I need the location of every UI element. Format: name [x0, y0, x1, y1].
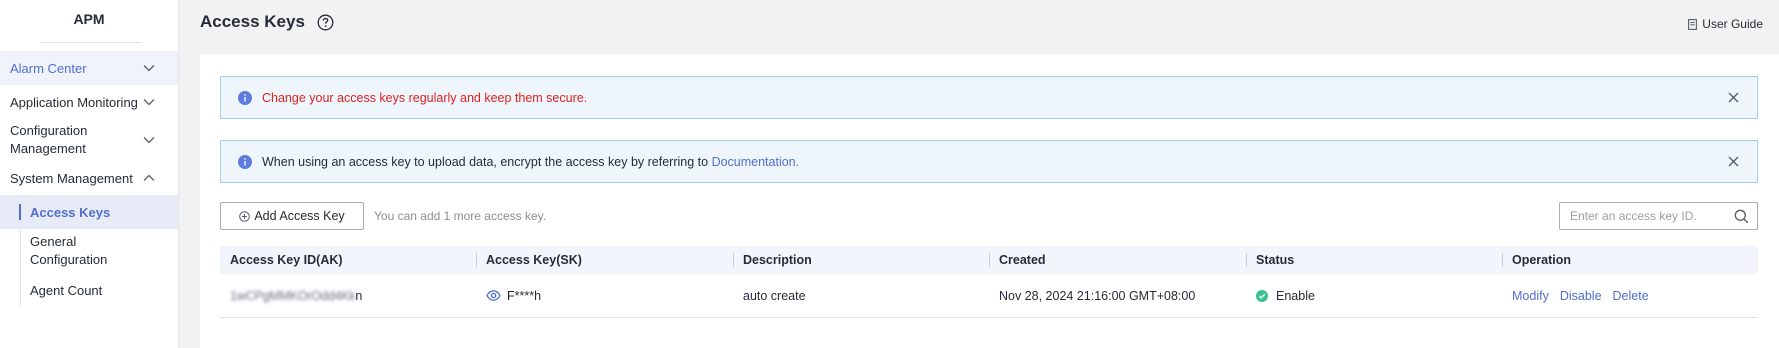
sidebar-subitem-label: Access Keys [30, 204, 111, 220]
modify-link[interactable]: Modify [1512, 289, 1549, 303]
close-icon[interactable] [1726, 90, 1741, 105]
info-icon [238, 154, 252, 169]
column-header-sk: Access Key(SK) [476, 246, 733, 274]
sidebar: APM Alarm Center Application Monitoring … [0, 0, 179, 348]
add-access-key-button[interactable]: Add Access Key [220, 202, 364, 230]
info-icon [238, 90, 252, 105]
sidebar-item-system-management[interactable]: System Management [0, 161, 178, 195]
documentation-link[interactable]: Documentation [712, 155, 796, 169]
delete-link[interactable]: Delete [1613, 289, 1649, 303]
document-icon [1688, 18, 1698, 30]
created-cell: Nov 28, 2024 21:16:00 GMT+08:00 [999, 288, 1196, 303]
sidebar-subitem-label: General Configuration [30, 234, 108, 267]
chevron-up-icon [142, 171, 156, 185]
chevron-down-icon [142, 133, 156, 147]
column-header-status: Status [1246, 246, 1502, 274]
sk-cell: F****h [476, 274, 733, 317]
column-header-operation: Operation [1502, 246, 1758, 274]
sidebar-item-application-monitoring[interactable]: Application Monitoring [0, 85, 178, 119]
page-title: Access Keys [200, 12, 305, 31]
sidebar-subitem-label: Agent Count [30, 282, 103, 298]
alert-key-rotation: Change your access keys regularly and ke… [220, 76, 1758, 119]
table-row: 1wCPgMMKOrOdd4Kk n F****h auto create No… [220, 274, 1758, 318]
close-icon[interactable] [1726, 154, 1741, 169]
sidebar-subitem-agent-count[interactable]: Agent Count [0, 273, 178, 307]
secret-key-masked: F****h [507, 288, 542, 303]
search-input[interactable] [1560, 203, 1730, 229]
app-title: APM [73, 11, 105, 27]
access-keys-table: Access Key ID(AK) Access Key(SK) Descrip… [220, 246, 1758, 318]
chevron-down-icon [142, 61, 156, 75]
column-header-ak: Access Key ID(AK) [230, 253, 343, 267]
operation-cell: Modify Disable Delete [1502, 274, 1758, 317]
status-cell: Enable [1246, 274, 1502, 317]
main-panel: Change your access keys regularly and ke… [200, 54, 1779, 348]
table-header: Access Key ID(AK) Access Key(SK) Descrip… [220, 246, 1758, 274]
access-key-id-masked: 1wCPgMMKOrOdd4Kk [230, 288, 356, 303]
sidebar-subitem-access-keys[interactable]: Access Keys [0, 195, 178, 229]
plus-circle-icon [239, 210, 251, 222]
status-badge: Enable [1276, 288, 1315, 303]
disable-link[interactable]: Disable [1560, 289, 1602, 303]
sidebar-item-alarm-center[interactable]: Alarm Center [0, 51, 178, 85]
add-access-key-label: Add Access Key [254, 209, 345, 223]
sidebar-menu: Alarm Center Application Monitoring Conf… [0, 51, 178, 307]
access-key-id-tail: n [355, 288, 363, 303]
quota-hint: You can add 1 more access key. [374, 209, 547, 223]
documentation-link-suffix: . [795, 154, 800, 169]
toolbar: Add Access Key You can add 1 more access… [220, 202, 1758, 230]
sidebar-item-label: Configuration Management [10, 123, 88, 156]
user-guide-label: User Guide [1702, 17, 1763, 31]
status-check-icon [1256, 289, 1268, 302]
alert-text: Change your access keys regularly and ke… [262, 90, 588, 105]
sidebar-item-configuration-management[interactable]: Configuration Management [0, 119, 178, 161]
user-guide-link[interactable]: User Guide [1688, 17, 1763, 31]
search-box [1559, 202, 1758, 230]
page-title-wrap: Access Keys [200, 12, 334, 32]
column-header-created: Created [989, 246, 1246, 274]
column-header-description: Description [733, 246, 989, 274]
search-icon[interactable] [1734, 209, 1749, 224]
alert-text: When using an access key to upload data,… [262, 154, 712, 169]
ak-cell: 1wCPgMMKOrOdd4Kk n [220, 274, 476, 317]
alert-encryption-notice: When using an access key to upload data,… [220, 140, 1758, 183]
eye-icon[interactable] [486, 290, 501, 301]
help-icon[interactable] [317, 14, 334, 31]
submenu-system-management: Access Keys General Configuration Agent … [0, 195, 178, 307]
title-divider [40, 42, 142, 43]
description-cell: auto create [743, 288, 806, 303]
chevron-down-icon [142, 95, 156, 109]
sidebar-subitem-general-configuration[interactable]: General Configuration [0, 229, 178, 273]
